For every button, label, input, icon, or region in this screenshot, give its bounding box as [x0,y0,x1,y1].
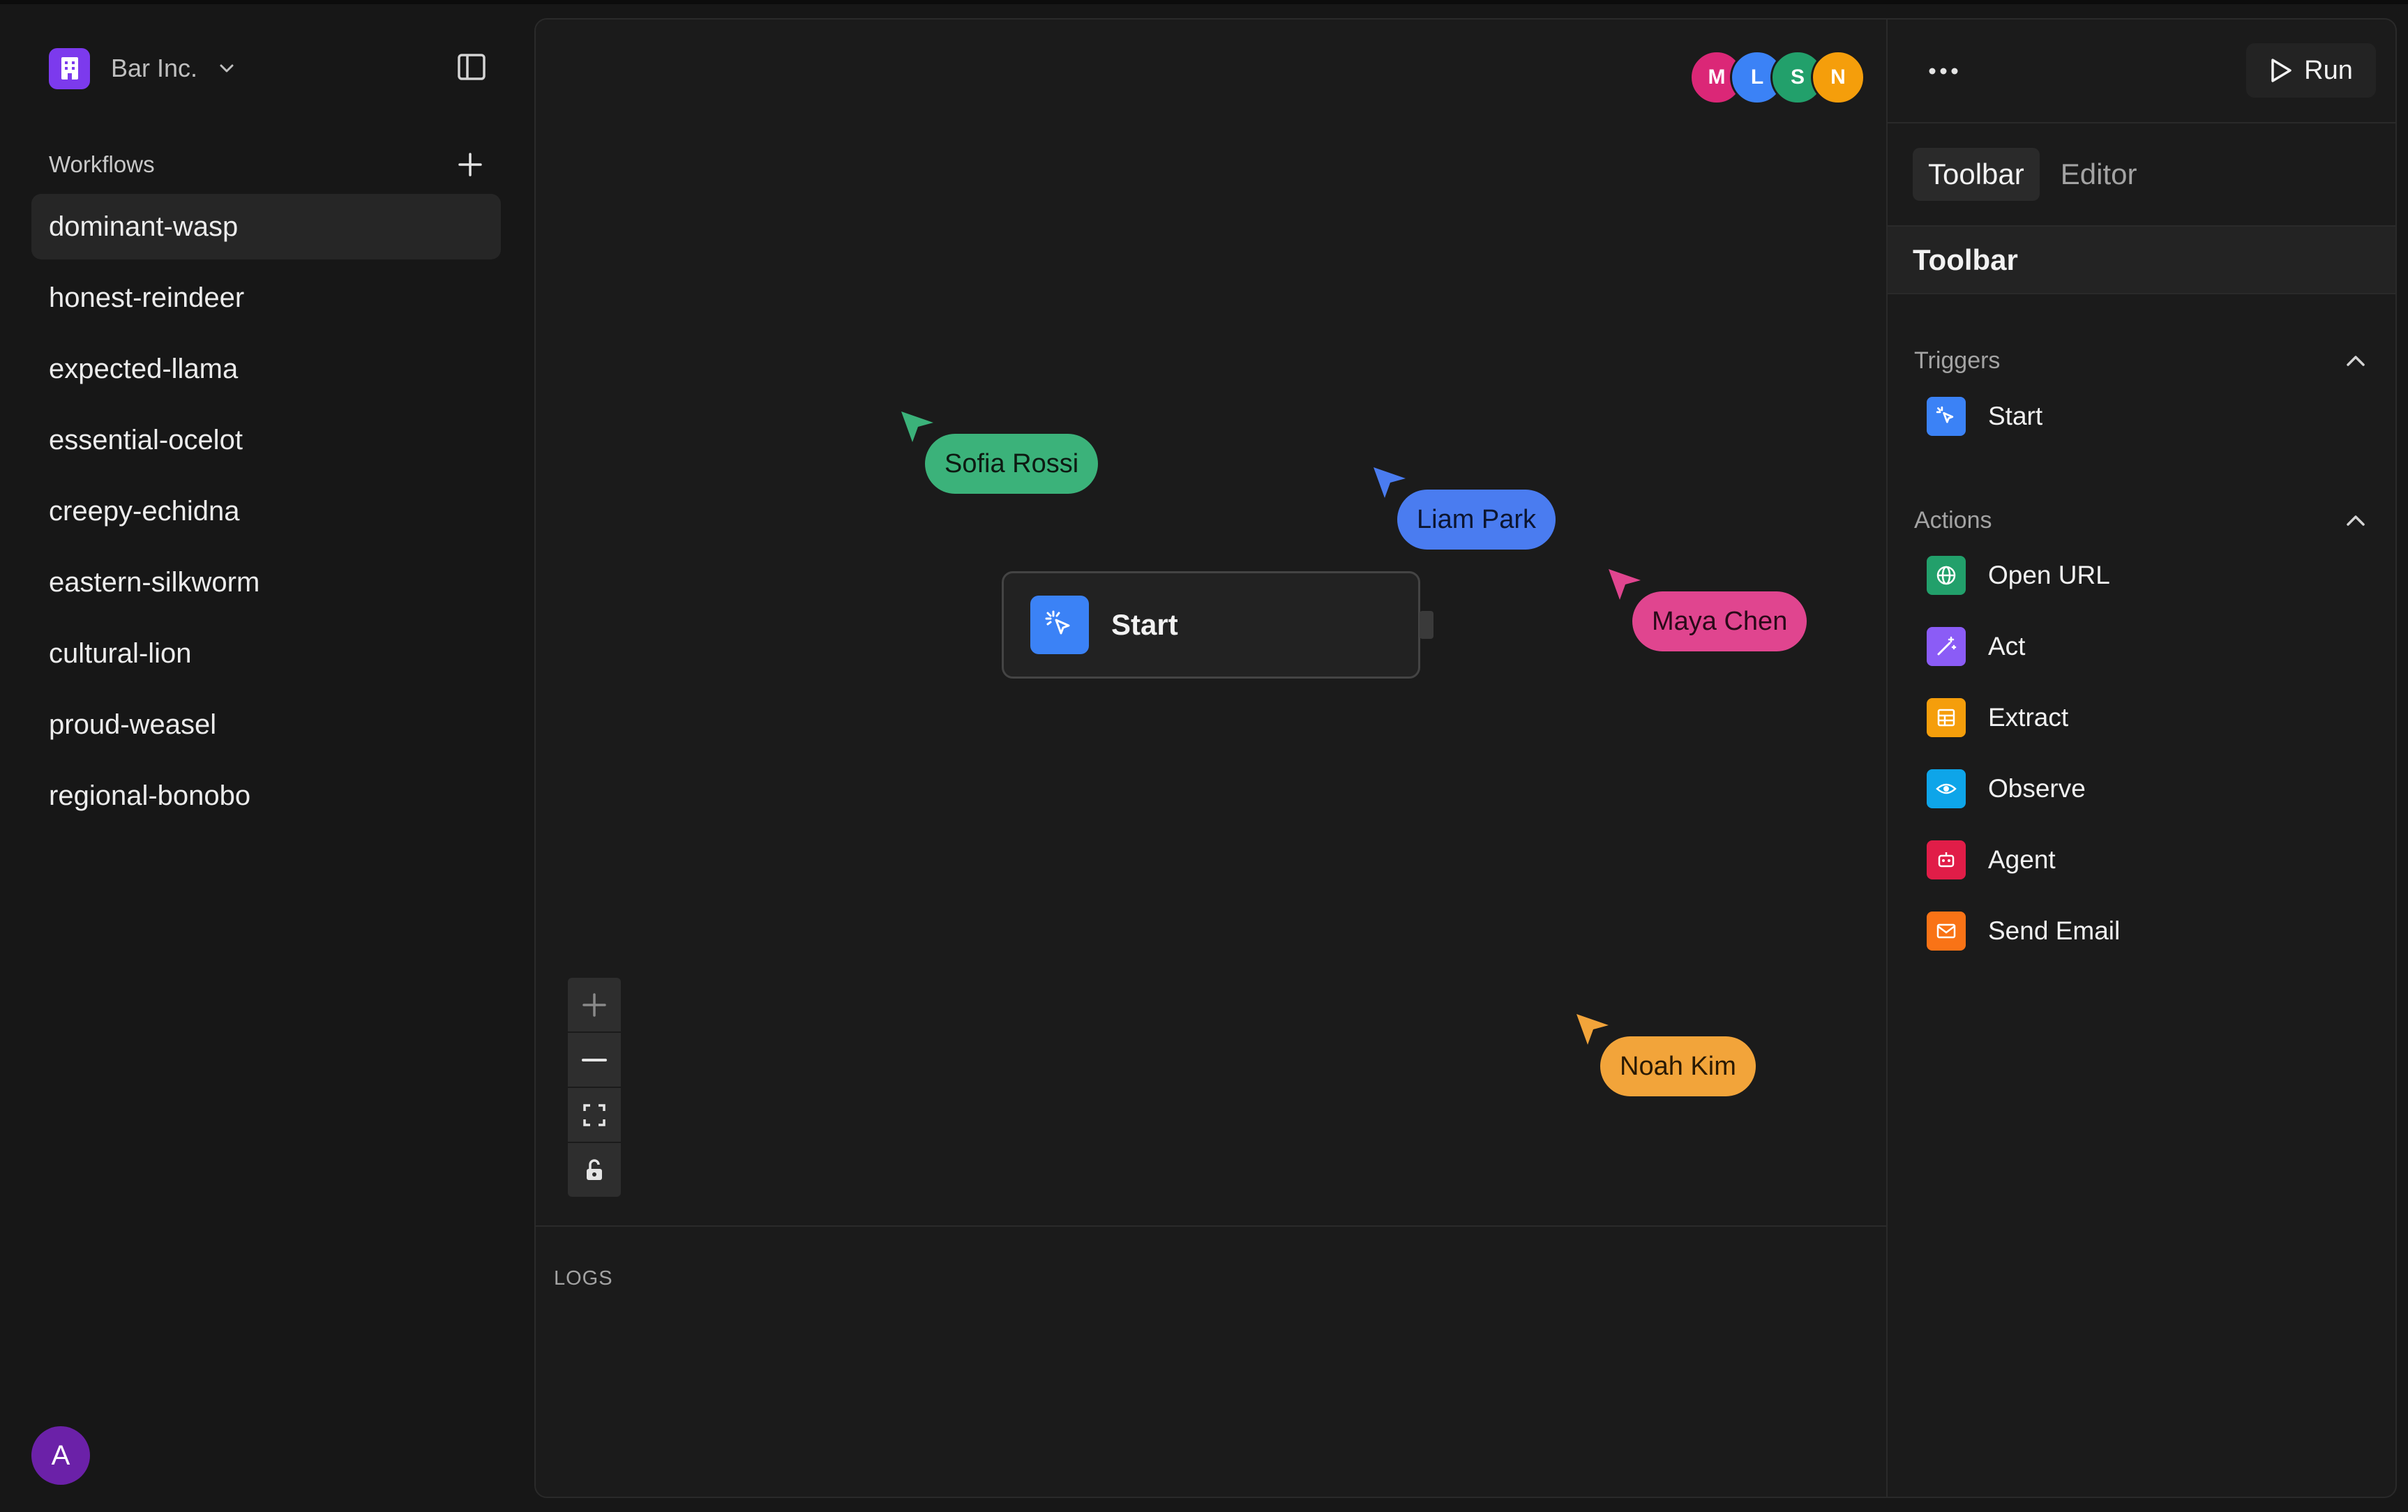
chevron-down-icon [220,64,234,73]
triggers-title: Triggers [1914,347,2001,374]
globe-icon [1927,556,1966,595]
eye-icon [1927,769,1966,808]
add-workflow-button[interactable] [452,146,488,183]
workflow-list: dominant-wasp honest-reindeer expected-l… [31,194,501,834]
table-icon [1927,698,1966,737]
more-horizontal-icon [1929,68,1958,75]
tool-item-extract[interactable]: Extract [1927,690,2068,746]
tool-label: Open URL [1988,561,2110,589]
workflow-item-dominant-wasp[interactable]: dominant-wasp [31,194,501,259]
canvas-controls [568,978,621,1197]
workflow-item-honest-reindeer[interactable]: honest-reindeer [31,265,501,331]
fit-view-button[interactable] [568,1088,621,1143]
cursor-arrow-icon [1374,467,1406,498]
cursor-arrow-icon [1577,1014,1609,1045]
pointer-click-icon [1030,596,1089,654]
workflow-item-eastern-silkworm[interactable]: eastern-silkworm [31,550,501,615]
cursor-label: Maya Chen [1632,591,1807,651]
tool-label: Start [1988,402,2043,430]
mail-icon [1927,912,1966,951]
magic-wand-icon [1927,627,1966,666]
node-output-handle[interactable] [1420,611,1433,639]
lock-icon [587,1158,602,1180]
sidebar: Bar Inc. Workflows dominant-wasp honest-… [0,4,533,1512]
actions-title: Actions [1914,507,1992,534]
tool-item-agent[interactable]: Agent [1927,832,2056,888]
workflow-item-creepy-echidna[interactable]: creepy-echidna [31,478,501,544]
cursor-arrow-icon [901,411,933,442]
tool-label: Agent [1988,845,2056,874]
right-panel-header: Run [1888,20,2395,123]
org-name: Bar Inc. [111,54,198,82]
zoom-out-button[interactable] [568,1033,621,1088]
run-label: Run [2304,55,2353,85]
cursor-label: Noah Kim [1600,1036,1756,1096]
sidebar-toggle-button[interactable] [453,49,490,85]
zoom-out-icon [582,1058,607,1061]
workflow-item-expected-llama[interactable]: expected-llama [31,336,501,402]
workflow-item-proud-weasel[interactable]: proud-weasel [31,692,501,757]
tool-item-start[interactable]: Start [1927,388,2042,444]
tool-label: Observe [1988,774,2086,803]
right-panel: Run Toolbar Editor Toolbar Triggers Star… [1886,20,2395,1497]
pointer-click-icon [1927,397,1966,436]
tool-label: Send Email [1988,916,2121,945]
tool-item-send-email[interactable]: Send Email [1927,903,2120,959]
presence-avatars: M L S N [1690,50,1865,105]
tool-label: Act [1988,632,2026,660]
sidebar-panel-icon [458,54,486,80]
building-icon [49,47,90,89]
zoom-in-icon [582,992,606,1017]
start-node[interactable]: Start [1002,571,1433,679]
node-label: Start [1111,608,1178,641]
cursor-label: Liam Park [1397,490,1556,550]
tool-item-open-url[interactable]: Open URL [1927,547,2110,603]
workflow-item-cultural-lion[interactable]: cultural-lion [31,621,501,686]
workflow-main-panel: M L S N Sofia Rossi Liam Park Maya Chen … [534,18,2397,1498]
run-button[interactable]: Run [2246,43,2376,98]
play-icon [2271,59,2292,82]
triggers-group-header[interactable]: Triggers [1914,347,2368,375]
workflow-item-essential-ocelot[interactable]: essential-ocelot [31,407,501,473]
cursor-arrow-icon [1609,569,1641,600]
workflows-header: Workflows [49,146,488,183]
plus-icon [458,153,482,176]
tool-item-observe[interactable]: Observe [1927,761,2086,817]
logs-title: LOGS [554,1267,613,1290]
lock-button[interactable] [568,1143,621,1197]
more-options-button[interactable] [1922,50,1964,92]
workflow-canvas[interactable]: M L S N Sofia Rossi Liam Park Maya Chen … [536,20,1886,1225]
section-title: Toolbar [1913,243,2018,276]
robot-icon [1927,840,1966,879]
workflows-title: Workflows [49,151,155,177]
tool-item-act[interactable]: Act [1927,619,2025,674]
panel-tabs: Toolbar Editor [1913,148,2152,201]
zoom-in-button[interactable] [568,978,621,1033]
tool-label: Extract [1988,703,2069,732]
tab-toolbar[interactable]: Toolbar [1913,148,2040,201]
chevron-up-icon [2347,515,2365,526]
user-avatar[interactable]: A [31,1426,90,1485]
logs-panel: LOGS [536,1225,1886,1497]
org-switcher[interactable]: Bar Inc. [49,45,235,92]
tab-editor[interactable]: Editor [2045,148,2153,201]
fit-view-icon [583,1103,605,1126]
toolbar-section-header: Toolbar [1888,225,2395,294]
chevron-up-icon [2347,355,2365,366]
workflow-item-regional-bonobo[interactable]: regional-bonobo [31,763,501,829]
actions-group-header[interactable]: Actions [1914,507,2368,534]
presence-avatar-n[interactable]: N [1811,50,1865,105]
cursor-label: Sofia Rossi [925,434,1099,494]
